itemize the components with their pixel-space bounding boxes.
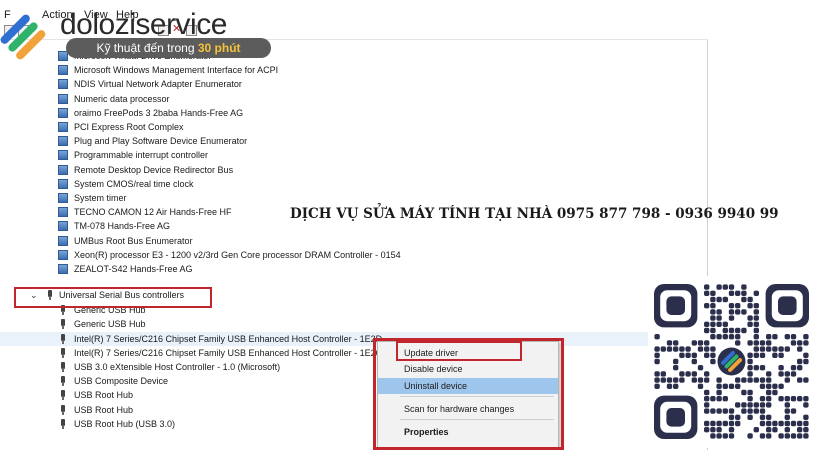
tagline-text: Kỹ thuật đến trong (96, 41, 198, 55)
qr-code[interactable] (648, 276, 818, 448)
tree-item-usb[interactable]: Intel(R) 7 Series/C216 Chipset Family US… (0, 331, 700, 346)
system-device-icon (58, 235, 68, 246)
tree-item-label: Remote Desktop Device Redirector Bus (74, 164, 234, 175)
system-device-icon (58, 107, 68, 118)
tree-item[interactable]: Numeric data processor (0, 92, 700, 106)
system-device-icon (58, 65, 68, 76)
system-device-icon (58, 150, 68, 161)
tree-item-usb[interactable]: USB Composite Device (0, 374, 700, 388)
tree-item[interactable]: System CMOS/real time clock (0, 177, 700, 191)
tree-item[interactable]: oraimo FreePods 3 2baba Hands-Free AG (0, 106, 700, 120)
tree-item[interactable]: Plug and Play Software Device Enumerator (0, 134, 700, 148)
tree-item-label: Plug and Play Software Device Enumerator (74, 136, 248, 147)
tree-item-label: TECNO CAMON 12 Air Hands-Free HF (74, 207, 232, 218)
tree-item[interactable]: NDIS Virtual Network Adapter Enumerator (0, 77, 700, 91)
system-device-icon (58, 249, 68, 260)
tree-item-label: System CMOS/real time clock (74, 178, 194, 189)
brand-tagline: Kỹ thuật đến trong 30 phút (66, 38, 271, 58)
qr-code-icon (654, 284, 809, 439)
tree-item-label: System timer (74, 193, 127, 203)
brand-logo: doloziservice Kỹ thuật đến trong 30 phút (0, 4, 280, 62)
highlight-update-driver (396, 341, 522, 361)
tree-item[interactable]: Programmable interrupt controller (0, 148, 700, 162)
system-device-icon (58, 221, 68, 232)
tree-item-label: Intel(R) 7 Series/C216 Chipset Family US… (74, 333, 383, 344)
system-device-icon (58, 207, 68, 218)
highlight-usb-group (14, 287, 212, 308)
tree-item-label: USB Composite Device (74, 376, 169, 387)
tree-item-label: Intel(R) 7 Series/C216 Chipset Family US… (74, 347, 381, 358)
tree-item-label: USB 3.0 eXtensible Host Controller - 1.0… (74, 361, 281, 372)
usb-plug-icon (58, 361, 68, 372)
usb-plug-icon (58, 390, 68, 401)
system-device-icon (58, 164, 68, 175)
tree-item-label: NDIS Virtual Network Adapter Enumerator (74, 79, 242, 90)
tree-item-usb[interactable]: Generic USB Hub (0, 317, 700, 331)
tree-item[interactable]: UMBus Root Bus Enumerator (0, 234, 700, 248)
tree-item[interactable]: ZEALOT-S42 Hands-Free AG (0, 262, 700, 276)
tree-item-label: Programmable interrupt controller (74, 150, 209, 161)
tree-item-label: USB Root Hub (USB 3.0) (74, 418, 176, 429)
tree-item-label: ZEALOT-S42 Hands-Free AG (74, 264, 193, 274)
tree-item-label: USB Root Hub (74, 404, 134, 415)
tree-item-usb[interactable]: USB Root Hub (0, 388, 700, 402)
tree-item[interactable]: PCI Express Root Complex (0, 120, 700, 134)
tree-item-label: UMBus Root Bus Enumerator (74, 235, 193, 246)
system-device-icon (58, 122, 68, 132)
tree-item[interactable]: Microsoft Windows Management Interface f… (0, 63, 700, 77)
tree-item-label: Numeric data processor (74, 93, 170, 104)
tree-item-usb[interactable]: USB Root Hub (USB 3.0) (0, 417, 700, 431)
usb-plug-icon (58, 347, 68, 358)
tree-item-label: Generic USB Hub (74, 319, 146, 330)
usb-plug-icon (58, 333, 68, 344)
tree-item[interactable]: Xeon(R) processor E3 - 1200 v2/3rd Gen C… (0, 248, 700, 262)
tree-item-usb[interactable]: Intel(R) 7 Series/C216 Chipset Family US… (0, 346, 700, 360)
system-device-icon (58, 178, 68, 189)
device-tree: Microsoft Virtual Drive EnumeratorMicros… (0, 48, 708, 448)
system-device-icon (58, 93, 68, 104)
tree-item-label: Microsoft Windows Management Interface f… (74, 65, 279, 76)
brand-name: doloziservice (60, 8, 227, 41)
usb-plug-icon (58, 404, 68, 415)
tree-item-label: PCI Express Root Complex (74, 122, 184, 132)
tagline-highlight: 30 phút (197, 41, 241, 55)
system-device-icon (58, 264, 68, 274)
tree-item-label: Xeon(R) processor E3 - 1200 v2/3rd Gen C… (74, 249, 401, 260)
tree-item-label: oraimo FreePods 3 2baba Hands-Free AG (74, 107, 244, 118)
promo-text: DỊCH VỤ SỬA MÁY TÍNH TẠI NHÀ 0975 877 79… (290, 206, 779, 222)
tree-item-usb[interactable]: USB Root Hub (0, 403, 700, 417)
tree-item-label: USB Root Hub (74, 390, 134, 401)
tree-item-label: TM-078 Hands-Free AG (74, 221, 171, 232)
system-device-icon (58, 79, 68, 90)
usb-plug-icon (58, 376, 68, 387)
usb-plug-icon (58, 418, 68, 429)
tree-item[interactable]: System timer (0, 191, 700, 205)
system-device-icon (58, 136, 68, 147)
tree-item[interactable]: Remote Desktop Device Redirector Bus (0, 163, 700, 177)
device-manager-window: F Action View Help ✕ Microsoft Virtual D… (0, 0, 708, 450)
usb-plug-icon (58, 319, 68, 330)
system-device-icon (58, 193, 68, 203)
logo-mark-icon (0, 14, 46, 60)
tree-item-usb[interactable]: USB 3.0 eXtensible Host Controller - 1.0… (0, 360, 700, 374)
